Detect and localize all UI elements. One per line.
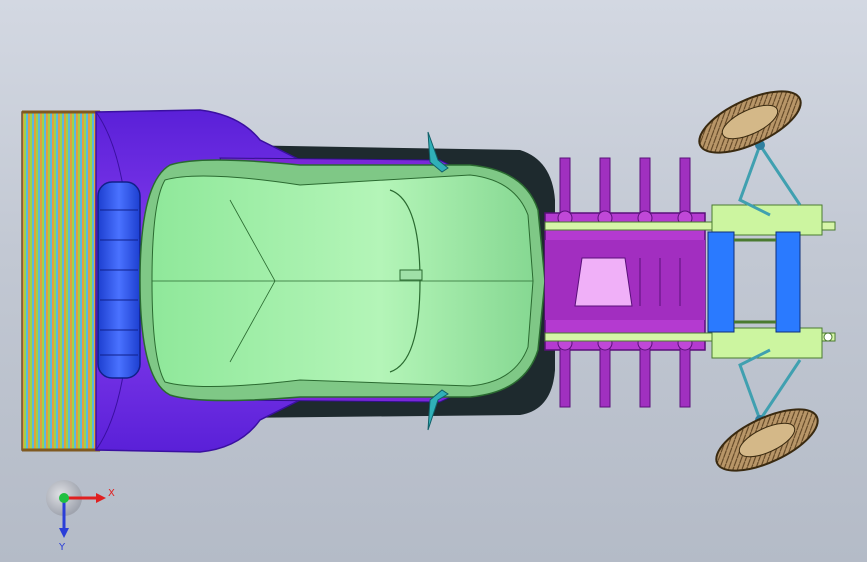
engine-block[interactable] <box>544 212 706 351</box>
x-axis-arrowhead <box>96 493 106 503</box>
coordinate-triad: X Y <box>46 480 115 553</box>
triad-origin <box>59 493 69 503</box>
y-axis-arrowhead <box>59 528 69 538</box>
cad-viewport[interactable]: X Y <box>0 0 867 562</box>
rear-intake[interactable] <box>97 181 141 379</box>
front-wheel-top[interactable] <box>691 79 809 165</box>
cabin-shell[interactable] <box>139 159 546 402</box>
y-axis-label: Y <box>58 542 66 553</box>
rear-spoiler[interactable] <box>21 110 101 452</box>
x-axis-label: X <box>108 488 115 499</box>
car-model-render[interactable] <box>0 0 867 562</box>
